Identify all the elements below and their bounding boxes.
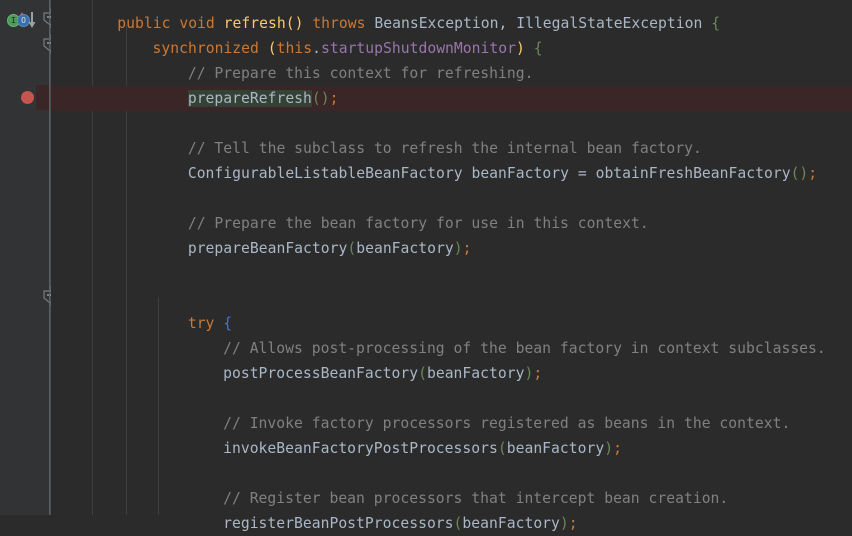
code-line[interactable]: invokeBeanFactoryPostProcessors(beanFact… [223,436,622,461]
code-token: IllegalStateException [516,15,703,32]
code-token: ; [533,365,543,382]
code-token: { [711,15,721,32]
code-line[interactable]: // Prepare this context for refreshing. [188,61,534,86]
code-line[interactable]: // Prepare the bean factory for use in t… [188,211,649,236]
breakpoint-icon[interactable] [21,91,34,104]
code-token: void [179,15,215,32]
code-editor[interactable]: I O public void refresh() throws BeansEx… [0,0,852,532]
code-token: ConfigurableListableBeanFactory [187,165,463,182]
indent-guide-3 [158,297,159,515]
code-token: beanFactory [506,440,605,457]
code-line[interactable]: try { [188,311,232,336]
code-line[interactable]: postProcessBeanFactory(beanFactory); [223,361,542,386]
code-token: ) [515,40,525,57]
code-token: () [285,15,304,32]
active-line-highlight [51,86,852,111]
code-token: ) [604,440,614,457]
code-token: () [311,90,330,107]
code-line[interactable]: ConfigurableListableBeanFactory beanFact… [188,161,817,186]
code-token: ; [808,165,818,182]
code-token: ; [329,90,339,107]
code-token: ( [453,515,463,532]
arrow-down-icon [28,12,36,28]
code-token: // Prepare the bean factory for use in t… [187,215,649,232]
code-token: { [533,40,543,57]
code-text-area[interactable]: public void refresh() throws BeansExcept… [51,0,852,532]
code-token: , [498,15,508,32]
code-token: ; [613,440,622,457]
fold-region-line [49,0,50,515]
code-line[interactable]: // Invoke factory processors registered … [223,411,790,436]
code-line[interactable]: // Register bean processors that interce… [223,486,728,511]
code-token: public [117,15,171,32]
code-token: this [276,40,313,57]
code-line[interactable]: synchronized (this.startupShutdownMonito… [153,36,543,61]
code-token: beanFactory [356,240,454,257]
code-token: synchronized [152,40,259,57]
code-token: invokeBeanFactoryPostProcessors [223,440,498,457]
code-line[interactable]: public void refresh() throws BeansExcept… [117,11,720,36]
code-token: = [577,165,587,182]
gutter-line-highlight [36,85,50,110]
code-token: throws [312,15,366,32]
code-token: BeansException [374,15,499,32]
code-line[interactable]: prepareBeanFactory(beanFactory); [188,236,472,261]
code-token: ; [462,240,472,257]
code-token: beanFactory [462,515,560,532]
code-token: startupShutdownMonitor [320,40,516,57]
code-token: prepareRefresh [187,90,312,107]
code-token: // Tell the subclass to refresh the inte… [187,140,702,157]
code-token: () [790,165,809,182]
code-token: obtainFreshBeanFactory [595,165,791,182]
code-token: ( [267,40,277,57]
code-token: beanFactory [471,165,569,182]
code-token: // Invoke factory processors registered … [223,415,791,432]
code-token: // Allows post-processing of the bean fa… [223,340,826,357]
implements-glyph: I [11,15,16,25]
code-line[interactable]: // Allows post-processing of the bean fa… [223,336,826,361]
code-token: { [223,315,233,332]
code-line[interactable]: prepareRefresh(); [187,86,339,111]
code-token: try [187,315,215,332]
code-token: ( [497,440,507,457]
gutter-annotation-strip[interactable] [0,0,36,515]
code-token: beanFactory [426,365,525,382]
code-token: registerBeanPostProcessors [223,515,454,532]
code-token: . [312,40,321,57]
code-token: ) [524,365,534,382]
code-token: ( [418,365,427,382]
code-token: ; [568,515,578,532]
code-token: // Prepare this context for refreshing. [187,65,534,82]
code-line[interactable]: // Tell the subclass to refresh the inte… [188,136,702,161]
indent-guide-1 [92,0,93,515]
code-token: ) [453,240,463,257]
code-token: // Register bean processors that interce… [223,490,729,507]
overridden-method-icon[interactable]: O [17,12,43,28]
code-token: refresh [223,15,286,32]
code-token: prepareBeanFactory [187,240,348,257]
code-token: postProcessBeanFactory [223,365,419,382]
code-token: ) [559,515,569,532]
overridden-glyph: O [21,15,26,25]
code-token: ( [347,240,357,257]
